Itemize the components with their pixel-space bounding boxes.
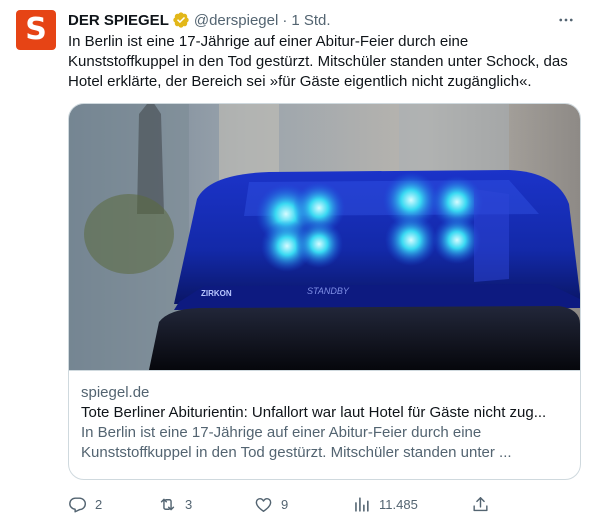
reply-button[interactable]: 2 xyxy=(68,493,102,515)
tweet[interactable]: S DER SPIEGEL @derspiegel · 1 Std. In Be… xyxy=(0,0,593,530)
views-count: 11.485 xyxy=(379,496,418,512)
like-button[interactable]: 9 xyxy=(254,493,288,515)
separator-dot: · xyxy=(282,11,288,29)
verified-badge-icon[interactable] xyxy=(172,11,190,29)
image-standby-text: STANDBY xyxy=(307,286,350,296)
card-description: In Berlin ist eine 17-Jährige auf einer … xyxy=(81,424,512,461)
author-name[interactable]: DER SPIEGEL xyxy=(68,12,169,29)
tweet-header: DER SPIEGEL @derspiegel · 1 Std. xyxy=(68,10,331,30)
link-card[interactable]: ZIRKON STANDBY spiegel.de Tote Berliner … xyxy=(68,103,581,480)
retweet-button[interactable]: 3 xyxy=(158,493,192,515)
retweet-icon xyxy=(160,498,175,510)
card-domain: spiegel.de xyxy=(81,384,150,401)
card-body: spiegel.de Tote Berliner Abiturientin: U… xyxy=(69,370,580,479)
views-button[interactable]: 11.485 xyxy=(352,493,418,515)
action-bar: 2 3 9 11.485 xyxy=(68,493,578,515)
image-brand-text: ZIRKON xyxy=(201,289,232,298)
tweet-time[interactable]: 1 Std. xyxy=(291,12,330,29)
reply-icon xyxy=(69,496,87,512)
avatar[interactable]: S xyxy=(16,10,56,50)
views-icon xyxy=(355,496,369,512)
retweet-count: 3 xyxy=(185,496,193,512)
reply-count: 2 xyxy=(95,496,103,512)
more-options-button[interactable] xyxy=(555,10,577,30)
like-count: 9 xyxy=(281,496,289,512)
share-button[interactable] xyxy=(471,493,498,515)
like-icon xyxy=(255,497,272,512)
avatar-logo: S xyxy=(25,12,47,47)
tweet-text: In Berlin ist eine 17-Jährige auf einer … xyxy=(68,33,568,90)
share-icon xyxy=(473,496,488,511)
more-icon xyxy=(559,18,573,22)
author-handle[interactable]: @derspiegel xyxy=(194,12,278,29)
card-image: ZIRKON STANDBY xyxy=(69,104,580,370)
card-title: Tote Berliner Abiturientin: Unfallort wa… xyxy=(81,404,547,421)
